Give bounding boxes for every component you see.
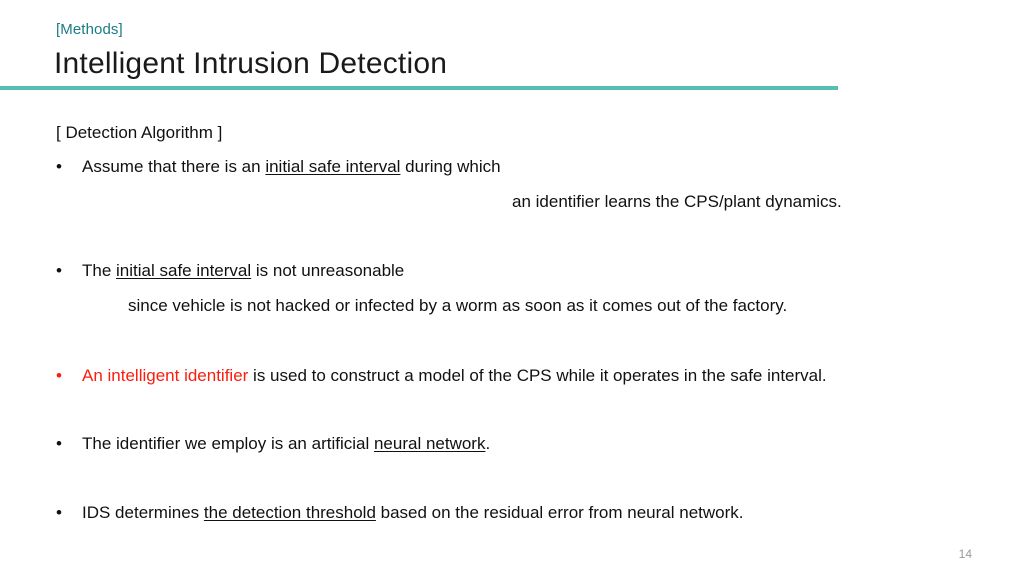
bullet-item-2: • The initial safe interval is not unreas… bbox=[56, 258, 404, 284]
bullet-text-1: Assume that there is an initial safe int… bbox=[82, 154, 501, 180]
slide: [Methods] Intelligent Intrusion Detectio… bbox=[0, 0, 1024, 576]
bullet-5-lead: IDS determines bbox=[82, 503, 204, 522]
bullet-text-2: The initial safe interval is not unreaso… bbox=[82, 258, 404, 284]
page-number: 14 bbox=[958, 547, 972, 561]
section-label-detection-algorithm: [ Detection Algorithm ] bbox=[56, 123, 223, 142]
bullet-2-lead: The bbox=[82, 261, 117, 280]
bullet-marker-icon: • bbox=[56, 157, 62, 176]
bullet-4-underlined-term: neural network bbox=[373, 434, 486, 453]
bullet-1-underlined-term: initial safe interval bbox=[265, 157, 401, 176]
slide-body: [ Detection Algorithm ] • Assume that the… bbox=[0, 0, 1024, 576]
bullet-2-trail: is not unreasonable bbox=[251, 261, 405, 280]
bullet-1-lead: Assume that there is an bbox=[82, 157, 266, 176]
bullet-1-trail: during which bbox=[400, 157, 501, 176]
bullet-marker-icon: • bbox=[56, 366, 62, 385]
bullet-text-4: The identifier we employ is an artificia… bbox=[82, 431, 490, 457]
bullet-3-trail: is used to construct a model of the CPS … bbox=[248, 366, 827, 385]
bullet-5-trail: based on the residual error from neural … bbox=[375, 503, 744, 522]
bullet-text-5: IDS determines the detection threshold b… bbox=[82, 500, 743, 526]
bullet-text-3: An intelligent identifier is used to con… bbox=[82, 363, 827, 389]
bullet-item-4: • The identifier we employ is an artifici… bbox=[56, 431, 490, 457]
bullet-item-3: • An intelligent identifier is used to co… bbox=[56, 363, 827, 389]
bullet-marker-icon: • bbox=[56, 503, 62, 522]
bullet-1-continuation: an identifier learns the CPS/plant dynam… bbox=[512, 192, 842, 211]
bullet-2-continuation: since vehicle is not hacked or infected … bbox=[128, 296, 788, 315]
bullet-4-trail: . bbox=[485, 434, 491, 453]
bullet-4-lead: The identifier we employ is an artificia… bbox=[82, 434, 374, 453]
bullet-item-5: • IDS determines the detection threshold … bbox=[56, 500, 743, 526]
bullet-3-highlighted-term: An intelligent identifier bbox=[82, 366, 249, 385]
bullet-marker-icon: • bbox=[56, 261, 62, 280]
bullet-item-1: • Assume that there is an initial safe in… bbox=[56, 154, 501, 180]
bullet-5-underlined-term: the detection threshold bbox=[203, 503, 376, 522]
bullet-marker-icon: • bbox=[56, 434, 62, 453]
bullet-2-underlined-term: initial safe interval bbox=[116, 261, 252, 280]
